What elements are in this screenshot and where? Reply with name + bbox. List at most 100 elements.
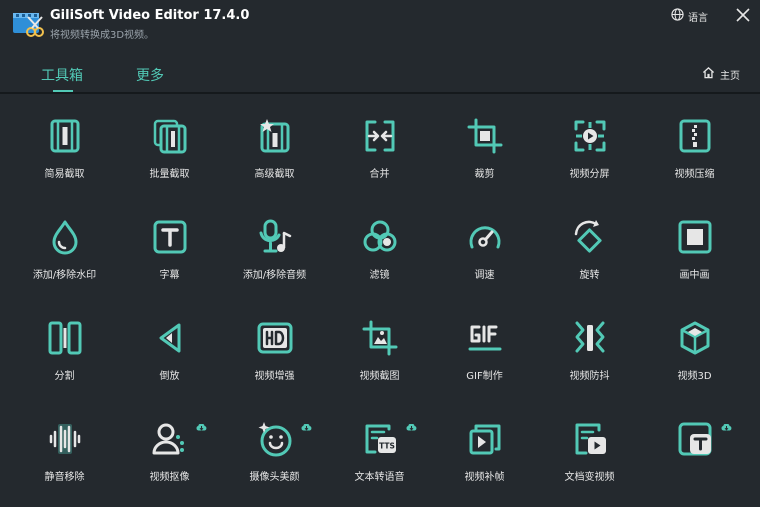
frame-interpolation-icon <box>467 421 503 457</box>
tool-cube-3d[interactable]: 视频3D <box>642 296 747 396</box>
portrait-matting-icon <box>152 421 188 457</box>
split-screen-icon <box>572 118 608 154</box>
reverse-play-icon <box>152 320 188 356</box>
tool-label: 视频压缩 <box>674 169 715 180</box>
tool-screenshot-image[interactable]: 视频截图 <box>327 296 432 396</box>
tool-crop[interactable]: 裁剪 <box>432 94 537 194</box>
tool-zip[interactable]: 视频压缩 <box>642 94 747 194</box>
tool-speedometer[interactable]: 调速 <box>432 195 537 295</box>
text-to-speech-icon: TTS <box>362 421 398 457</box>
app-subtitle: 将视频转换成3D视频。 <box>50 30 155 41</box>
tool-label: 分割 <box>54 371 75 382</box>
face-beauty-icon <box>257 421 293 457</box>
download-cloud-icon <box>301 416 312 431</box>
tool-label: 合并 <box>369 169 390 180</box>
tool-label: 高级截取 <box>254 169 295 180</box>
close-icon[interactable] <box>734 6 752 24</box>
tool-batch-film[interactable]: 批量截取 <box>117 94 222 194</box>
batch-film-icon <box>152 118 188 154</box>
tool-text-to-speech[interactable]: TTS 文本转语音 <box>327 397 432 497</box>
app-logo <box>12 9 44 39</box>
tool-label: 视频防抖 <box>569 371 610 382</box>
tool-label: 静音移除 <box>44 472 85 483</box>
subtitle-t-icon <box>152 219 188 255</box>
tool-label: 视频增强 <box>254 371 295 382</box>
tool-document-to-video[interactable]: 文档变视频 <box>537 397 642 497</box>
tab-toolbox[interactable]: 工具箱 <box>41 65 83 85</box>
crop-icon <box>467 118 503 154</box>
home-label: 主页 <box>720 70 740 82</box>
tool-label: 摄像头美颜 <box>249 472 300 483</box>
language-button[interactable]: 语言 <box>671 7 708 25</box>
tab-bar: 工具箱 更多 主页 <box>0 52 760 92</box>
mic-music-icon <box>257 219 293 255</box>
hd-icon <box>257 320 293 356</box>
app-title: GiliSoft Video Editor 17.4.0 <box>50 8 250 23</box>
tool-label: 裁剪 <box>474 169 495 180</box>
tool-label: 添加/移除水印 <box>32 270 97 281</box>
filter-circles-icon <box>362 219 398 255</box>
tool-label: GIF制作 <box>466 371 503 382</box>
tool-film-cut[interactable]: 简易截取 <box>12 94 117 194</box>
svg-text:TTS: TTS <box>379 442 395 451</box>
tool-label: 视频抠像 <box>149 472 190 483</box>
tool-stabilize[interactable]: 视频防抖 <box>537 296 642 396</box>
advanced-film-icon <box>257 118 293 154</box>
tool-subtitle-t[interactable]: 字幕 <box>117 195 222 295</box>
tool-split-screen[interactable]: 视频分屏 <box>537 94 642 194</box>
tool-label: 滤镜 <box>369 270 390 281</box>
tool-advanced-film[interactable]: 高级截取 <box>222 94 327 194</box>
zip-icon <box>677 118 713 154</box>
tool-split-bars[interactable]: 分割 <box>12 296 117 396</box>
stabilize-icon <box>572 320 608 356</box>
tool-label: 视频分屏 <box>569 169 610 180</box>
tool-filter-circles[interactable]: 滤镜 <box>327 195 432 295</box>
title-bar: GiliSoft Video Editor 17.4.0 将视频转换成3D视频。… <box>0 0 760 48</box>
download-cloud-icon <box>196 416 207 431</box>
home-icon <box>702 66 715 82</box>
screenshot-image-icon <box>362 320 398 356</box>
rotate-icon <box>572 219 608 255</box>
tool-label: 画中画 <box>679 270 710 281</box>
tool-gif[interactable]: GIF制作 <box>432 296 537 396</box>
picture-in-picture-icon <box>677 219 713 255</box>
tool-watermark-drop[interactable]: 添加/移除水印 <box>12 195 117 295</box>
text-badge-icon <box>677 421 713 457</box>
watermark-drop-icon <box>47 219 83 255</box>
download-cloud-icon <box>721 416 732 431</box>
tool-label: 简易截取 <box>44 169 85 180</box>
gif-icon <box>467 320 503 356</box>
tool-picture-in-picture[interactable]: 画中画 <box>642 195 747 295</box>
tool-waveform[interactable]: 静音移除 <box>12 397 117 497</box>
home-button[interactable]: 主页 <box>702 66 740 82</box>
download-cloud-icon <box>406 416 417 431</box>
film-cut-icon <box>47 118 83 154</box>
globe-icon <box>671 8 684 24</box>
tool-rotate[interactable]: 旋转 <box>537 195 642 295</box>
tool-merge[interactable]: 合并 <box>327 94 432 194</box>
tab-more[interactable]: 更多 <box>136 65 164 85</box>
tool-label: 字幕 <box>159 270 180 281</box>
waveform-icon <box>47 421 83 457</box>
tool-reverse-play[interactable]: 倒放 <box>117 296 222 396</box>
tool-hd[interactable]: 视频增强 <box>222 296 327 396</box>
language-label: 语言 <box>688 12 708 24</box>
tool-label: 批量截取 <box>149 169 190 180</box>
speedometer-icon <box>467 219 503 255</box>
tool-face-beauty[interactable]: 摄像头美颜 <box>222 397 327 497</box>
split-bars-icon <box>47 320 83 356</box>
cube-3d-icon <box>677 320 713 356</box>
tool-label: 视频3D <box>677 371 712 382</box>
tool-label: 文档变视频 <box>564 472 615 483</box>
tool-label: 倒放 <box>159 371 180 382</box>
tool-mic-music[interactable]: 添加/移除音频 <box>222 195 327 295</box>
tool-frame-interpolation[interactable]: 视频补帧 <box>432 397 537 497</box>
tool-text-badge[interactable] <box>642 397 747 497</box>
tool-grid: 简易截取 批量截取 高级截取 合并 裁剪 视频分屏 视频压缩添加/移除水印 字幕 添加/移除音频… <box>12 94 748 507</box>
tool-label: 添加/移除音频 <box>242 270 307 281</box>
tool-label: 调速 <box>474 270 495 281</box>
merge-icon <box>362 118 398 154</box>
tool-label: 视频截图 <box>359 371 400 382</box>
tool-portrait-matting[interactable]: 视频抠像 <box>117 397 222 497</box>
tool-label: 视频补帧 <box>464 472 505 483</box>
